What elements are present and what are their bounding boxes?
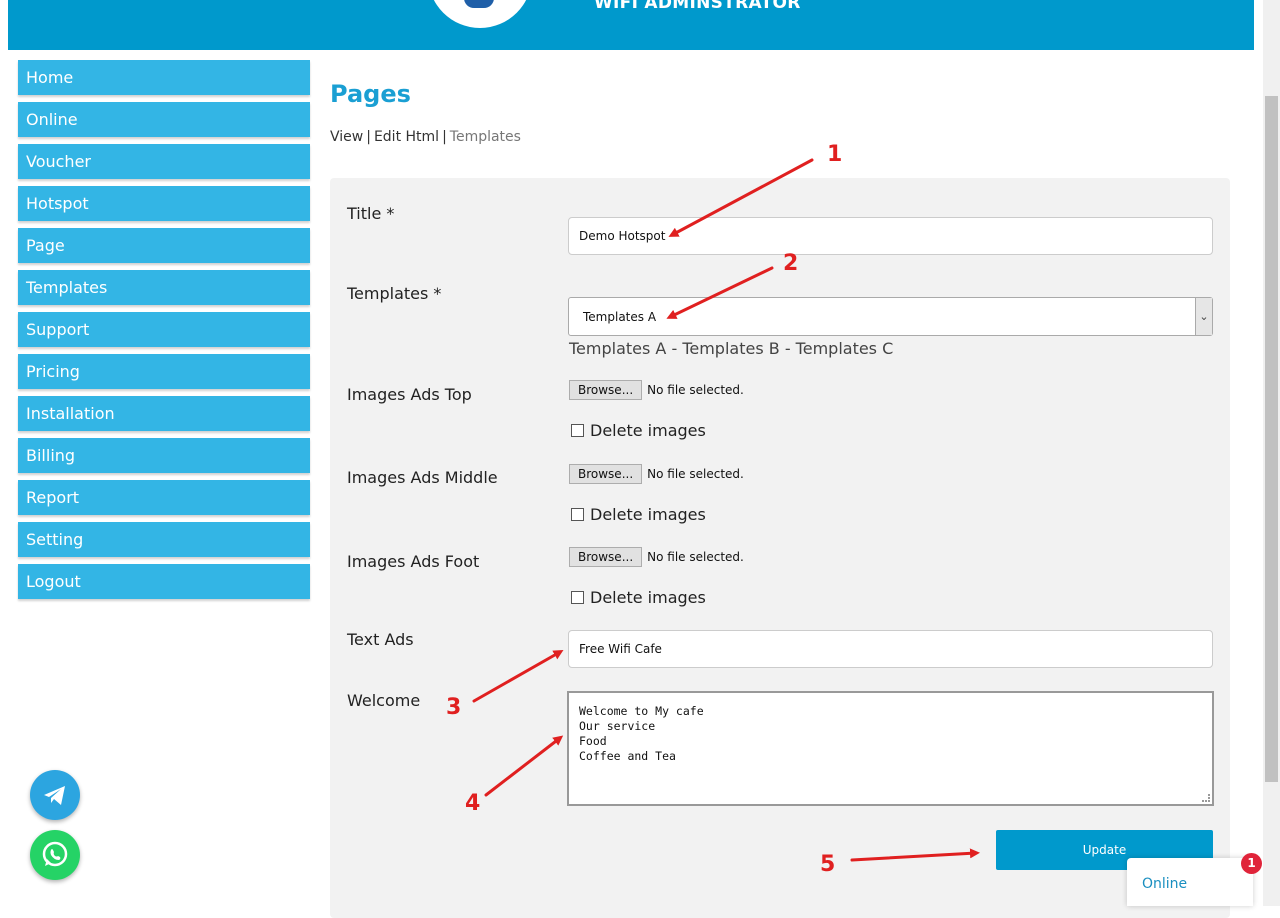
sidebar-item-billing[interactable]: Billing [18, 438, 310, 473]
templates-select[interactable]: Templates A ⌄ [568, 297, 1213, 336]
sidebar-item-pricing[interactable]: Pricing [18, 354, 310, 389]
ads-middle-label: Images Ads Middle [347, 468, 498, 487]
title-input[interactable]: Demo Hotspot [568, 217, 1213, 255]
sub-navigation: View | Edit Html | Templates [330, 129, 521, 145]
ads-middle-delete-label: Delete images [590, 505, 706, 524]
logo [428, 0, 532, 28]
edit-html-link[interactable]: Edit Html [374, 129, 439, 145]
ads-top-file-status: No file selected. [647, 383, 744, 397]
ads-foot-delete-checkbox[interactable] [571, 591, 584, 604]
chat-status-label: Online [1142, 876, 1188, 892]
separator: | [442, 129, 447, 145]
welcome-line: Food [579, 734, 607, 748]
annotation-number-4: 4 [465, 791, 481, 816]
sidebar-item-page[interactable]: Page [18, 228, 310, 263]
page-scrollbar[interactable] [1263, 0, 1280, 906]
ads-middle-file-input: Browse... No file selected. [569, 464, 744, 484]
text-ads-input[interactable]: Free Wifi Cafe [568, 630, 1213, 668]
sidebar-item-support[interactable]: Support [18, 312, 310, 347]
ads-foot-file-status: No file selected. [647, 550, 744, 564]
templates-hint: Templates A - Templates B - Templates C [569, 339, 894, 358]
welcome-line: Coffee and Tea [579, 749, 676, 763]
welcome-textarea[interactable]: Welcome to My cafe Our service Food Coff… [567, 691, 1214, 806]
ads-foot-delete-label: Delete images [590, 588, 706, 607]
ads-top-delete-label: Delete images [590, 421, 706, 440]
chat-notification-badge: 1 [1241, 853, 1262, 874]
scrollbar-thumb[interactable] [1265, 96, 1278, 782]
annotation-number-1: 1 [827, 142, 843, 167]
ads-middle-browse-button[interactable]: Browse... [569, 464, 643, 484]
templates-selected-value: Templates A [583, 310, 657, 324]
ads-middle-delete-row: Delete images [571, 505, 706, 524]
ads-top-label: Images Ads Top [347, 385, 472, 404]
sidebar-item-hotspot[interactable]: Hotspot [18, 186, 310, 221]
chevron-down-icon[interactable]: ⌄ [1195, 298, 1212, 335]
welcome-line: Our service [579, 719, 656, 733]
ads-top-file-input: Browse... No file selected. [569, 380, 744, 400]
welcome-line: Welcome to My cafe [579, 704, 704, 718]
sidebar-nav: Home Online Voucher Hotspot Page Templat… [18, 60, 310, 606]
header-title: WIFI ADMINSTRATOR [594, 0, 801, 13]
annotation-number-5: 5 [820, 852, 836, 877]
ads-top-browse-button[interactable]: Browse... [569, 380, 643, 400]
sidebar-item-online[interactable]: Online [18, 102, 310, 137]
whatsapp-icon [42, 841, 68, 867]
ads-top-delete-row: Delete images [571, 421, 706, 440]
whatsapp-button[interactable] [30, 830, 80, 880]
ads-foot-label: Images Ads Foot [347, 552, 480, 571]
resize-grip-icon[interactable] [1202, 794, 1210, 802]
sidebar-item-report[interactable]: Report [18, 480, 310, 515]
text-ads-label: Text Ads [347, 630, 414, 649]
sidebar-item-setting[interactable]: Setting [18, 522, 310, 557]
title-label: Title * [347, 204, 395, 223]
telegram-button[interactable] [30, 770, 80, 820]
view-link[interactable]: View [330, 129, 363, 145]
annotation-number-2: 2 [783, 251, 799, 276]
ads-foot-browse-button[interactable]: Browse... [569, 547, 643, 567]
telegram-icon [44, 786, 65, 805]
page-title: Pages [330, 80, 411, 108]
welcome-label: Welcome [347, 691, 421, 710]
sidebar-item-logout[interactable]: Logout [18, 564, 310, 599]
top-header: WIFI ADMINSTRATOR [8, 0, 1254, 50]
sidebar-item-installation[interactable]: Installation [18, 396, 310, 431]
separator: | [366, 129, 371, 145]
ads-top-delete-checkbox[interactable] [571, 424, 584, 437]
ads-middle-file-status: No file selected. [647, 467, 744, 481]
logo-emblem-icon [464, 0, 494, 8]
annotation-number-3: 3 [446, 695, 462, 720]
sidebar-item-templates[interactable]: Templates [18, 270, 310, 305]
templates-label: Templates * [347, 284, 442, 303]
ads-foot-file-input: Browse... No file selected. [569, 547, 744, 567]
templates-link[interactable]: Templates [450, 129, 521, 145]
sidebar-item-voucher[interactable]: Voucher [18, 144, 310, 179]
sidebar-item-home[interactable]: Home [18, 60, 310, 95]
ads-middle-delete-checkbox[interactable] [571, 508, 584, 521]
ads-foot-delete-row: Delete images [571, 588, 706, 607]
chat-widget[interactable]: Online [1127, 858, 1253, 906]
